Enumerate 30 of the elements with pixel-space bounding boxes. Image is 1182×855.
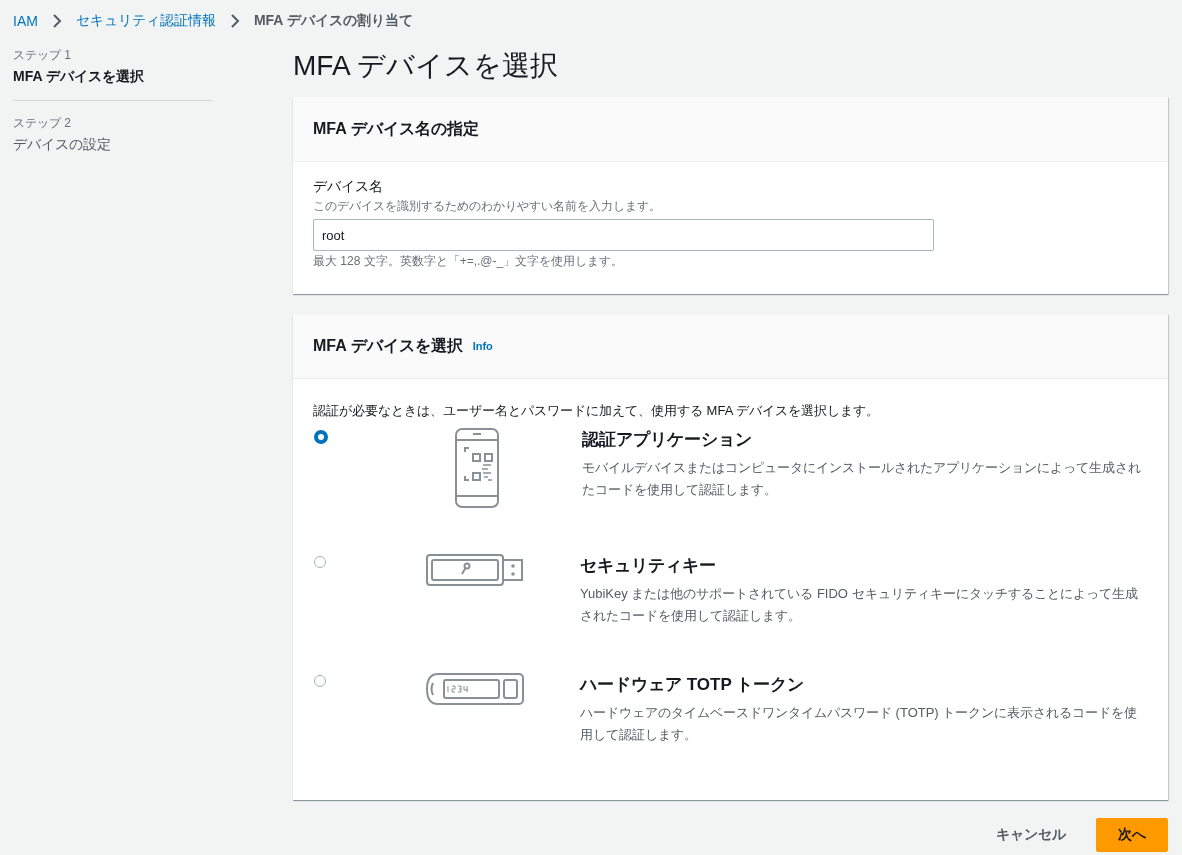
option-description: モバイルデバイスまたはコンピュータにインストールされたアプリケーションによって生成されたコードを使用して認証します。 xyxy=(582,459,1142,499)
chevron-right-icon xyxy=(229,14,240,28)
breadcrumb-link[interactable]: IAM xyxy=(13,13,38,29)
card-title: MFA デバイスを選択 xyxy=(313,335,463,356)
card-title: MFA デバイス名の指定 xyxy=(313,118,479,139)
step-number: ステップ 1 xyxy=(13,47,72,64)
page-title: MFA デバイスを選択 xyxy=(293,49,559,83)
hardware-token-icon xyxy=(426,673,524,705)
option-title: ハードウェア TOTP トークン xyxy=(580,674,806,696)
chevron-right-icon xyxy=(51,14,62,28)
usb-key-icon xyxy=(426,554,524,586)
option-description: YubiKey または他のサポートされている FIDO セキュリティキーにタッチすることによって生成されたコードを使用して認証します。 xyxy=(580,585,1139,625)
device-name-field[interactable]: root xyxy=(313,219,934,251)
cancel-button[interactable]: キャンセル xyxy=(986,818,1076,852)
info-link[interactable]: Info xyxy=(472,340,493,352)
step-link[interactable]: デバイスの設定 xyxy=(13,136,213,154)
field-label: デバイス名 xyxy=(313,178,384,196)
phone-qr-icon xyxy=(455,428,499,508)
field-description: このデバイスを識別するためのわかりやすい名前を入力します。 xyxy=(313,198,662,215)
intro-text: 認証が必要なときは、ユーザー名とパスワードに加えて、使用する MFA デバイスを選択します。 xyxy=(313,402,881,420)
breadcrumb-link[interactable]: セキュリティ認証情報 xyxy=(75,12,216,30)
radio-button[interactable] xyxy=(314,430,328,444)
step-link[interactable]: MFA デバイスを選択 xyxy=(13,68,213,86)
option-description: ハードウェアのタイムベースドワンタイムパスワード (TOTP) トークンに表示されるコードを使用して認証します。 xyxy=(580,704,1139,744)
option-title: 認証アプリケーション xyxy=(582,429,753,451)
breadcrumb-current: MFA デバイスの割り当て xyxy=(253,12,413,30)
next-button[interactable]: 次へ xyxy=(1096,818,1168,852)
step-number: ステップ 2 xyxy=(13,115,72,132)
option-title: セキュリティキー xyxy=(580,555,717,577)
field-constraint: 最大 128 文字。英数字と「+=,.@-_」文字を使用します。 xyxy=(313,253,625,270)
